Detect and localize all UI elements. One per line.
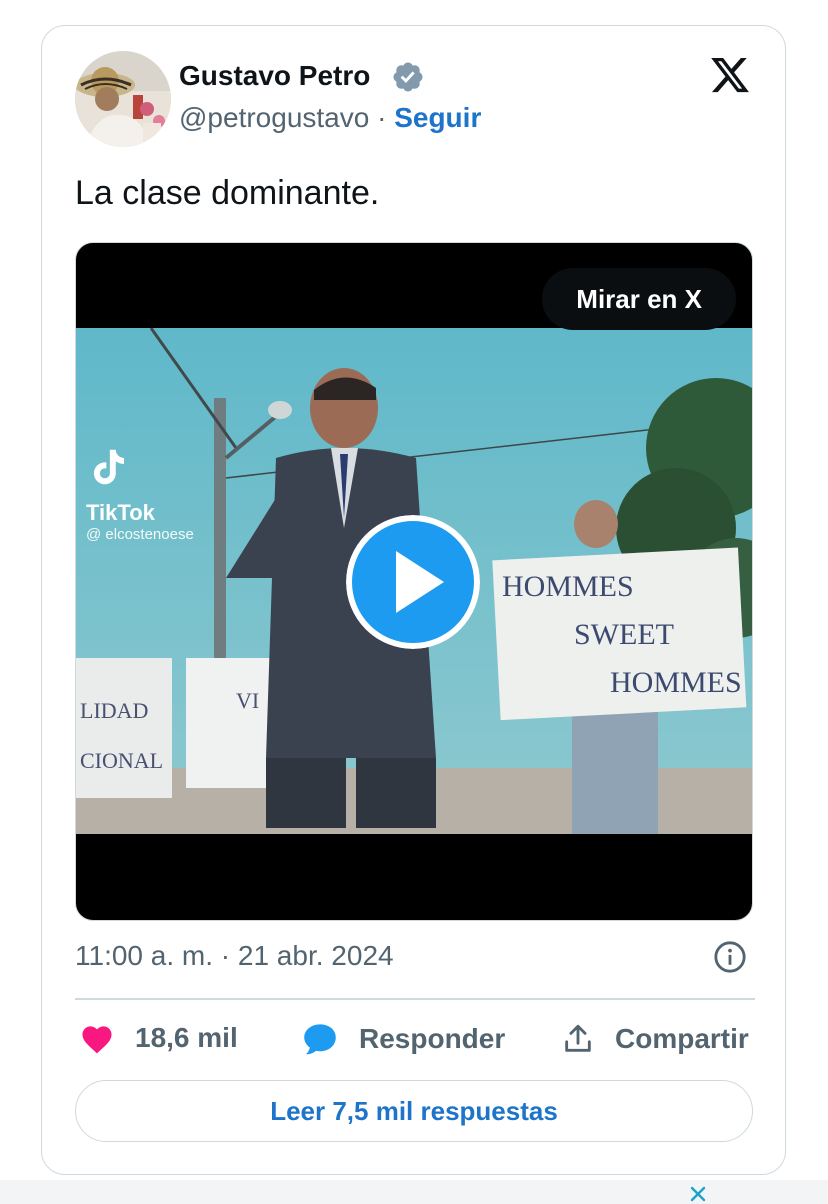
reply-label: Responder	[359, 1023, 506, 1054]
svg-text:LIDAD: LIDAD	[80, 698, 148, 723]
tiktok-user: @ elcostenoese	[86, 526, 194, 543]
share-button[interactable]: Compartir	[561, 1022, 749, 1056]
like-count: 18,6 mil	[135, 1022, 238, 1053]
tiktok-watermark: TikTok @ elcostenoese	[86, 443, 194, 543]
avatar[interactable]	[75, 51, 171, 147]
tweet-card: Gustavo Petro @petrogustavo · Seguir La …	[41, 25, 786, 1175]
x-logo-icon[interactable]	[708, 54, 752, 96]
sign-line-1: HOMMES	[502, 570, 634, 603]
svg-text:VI: VI	[236, 688, 259, 713]
sign-line-3: HOMMES	[610, 666, 742, 699]
divider	[75, 998, 755, 1000]
action-bar: 18,6 mil Responder Compartir	[75, 1022, 755, 1062]
heart-icon	[82, 1026, 112, 1054]
svg-text:CIONAL: CIONAL	[80, 748, 163, 773]
like-button[interactable]: 18,6 mil	[79, 1022, 238, 1054]
play-icon[interactable]	[346, 515, 480, 649]
reply-button[interactable]: Responder	[301, 1022, 505, 1056]
sign-line-2: SWEET	[574, 618, 674, 651]
share-upload-icon	[565, 1024, 591, 1052]
tiktok-icon	[93, 449, 125, 485]
tweet-text: La clase dominante.	[75, 174, 380, 212]
handle-separator: ·	[377, 102, 387, 133]
read-replies-button[interactable]: Leer 7,5 mil respuestas	[75, 1080, 753, 1142]
avatar-image	[75, 51, 171, 147]
tweet-timestamp[interactable]: 11:00 a. m. · 21 abr. 2024	[75, 940, 394, 972]
info-icon[interactable]	[713, 940, 747, 974]
watch-on-x-button[interactable]: Mirar en X	[542, 268, 736, 330]
reply-bubble-icon	[304, 1024, 336, 1055]
verified-badge-icon	[393, 62, 423, 92]
video-player[interactable]: LIDAD CIONAL VI H HOMMES SWEET	[75, 242, 753, 921]
share-label: Compartir	[615, 1023, 749, 1054]
follow-button[interactable]: Seguir	[394, 102, 481, 133]
author-handle[interactable]: @petrogustavo	[179, 102, 369, 133]
author-name[interactable]: Gustavo Petro	[179, 60, 370, 92]
close-icon[interactable]	[688, 1184, 708, 1204]
tiktok-brand: TikTok	[86, 500, 155, 525]
handle-row: @petrogustavo · Seguir	[179, 102, 481, 134]
